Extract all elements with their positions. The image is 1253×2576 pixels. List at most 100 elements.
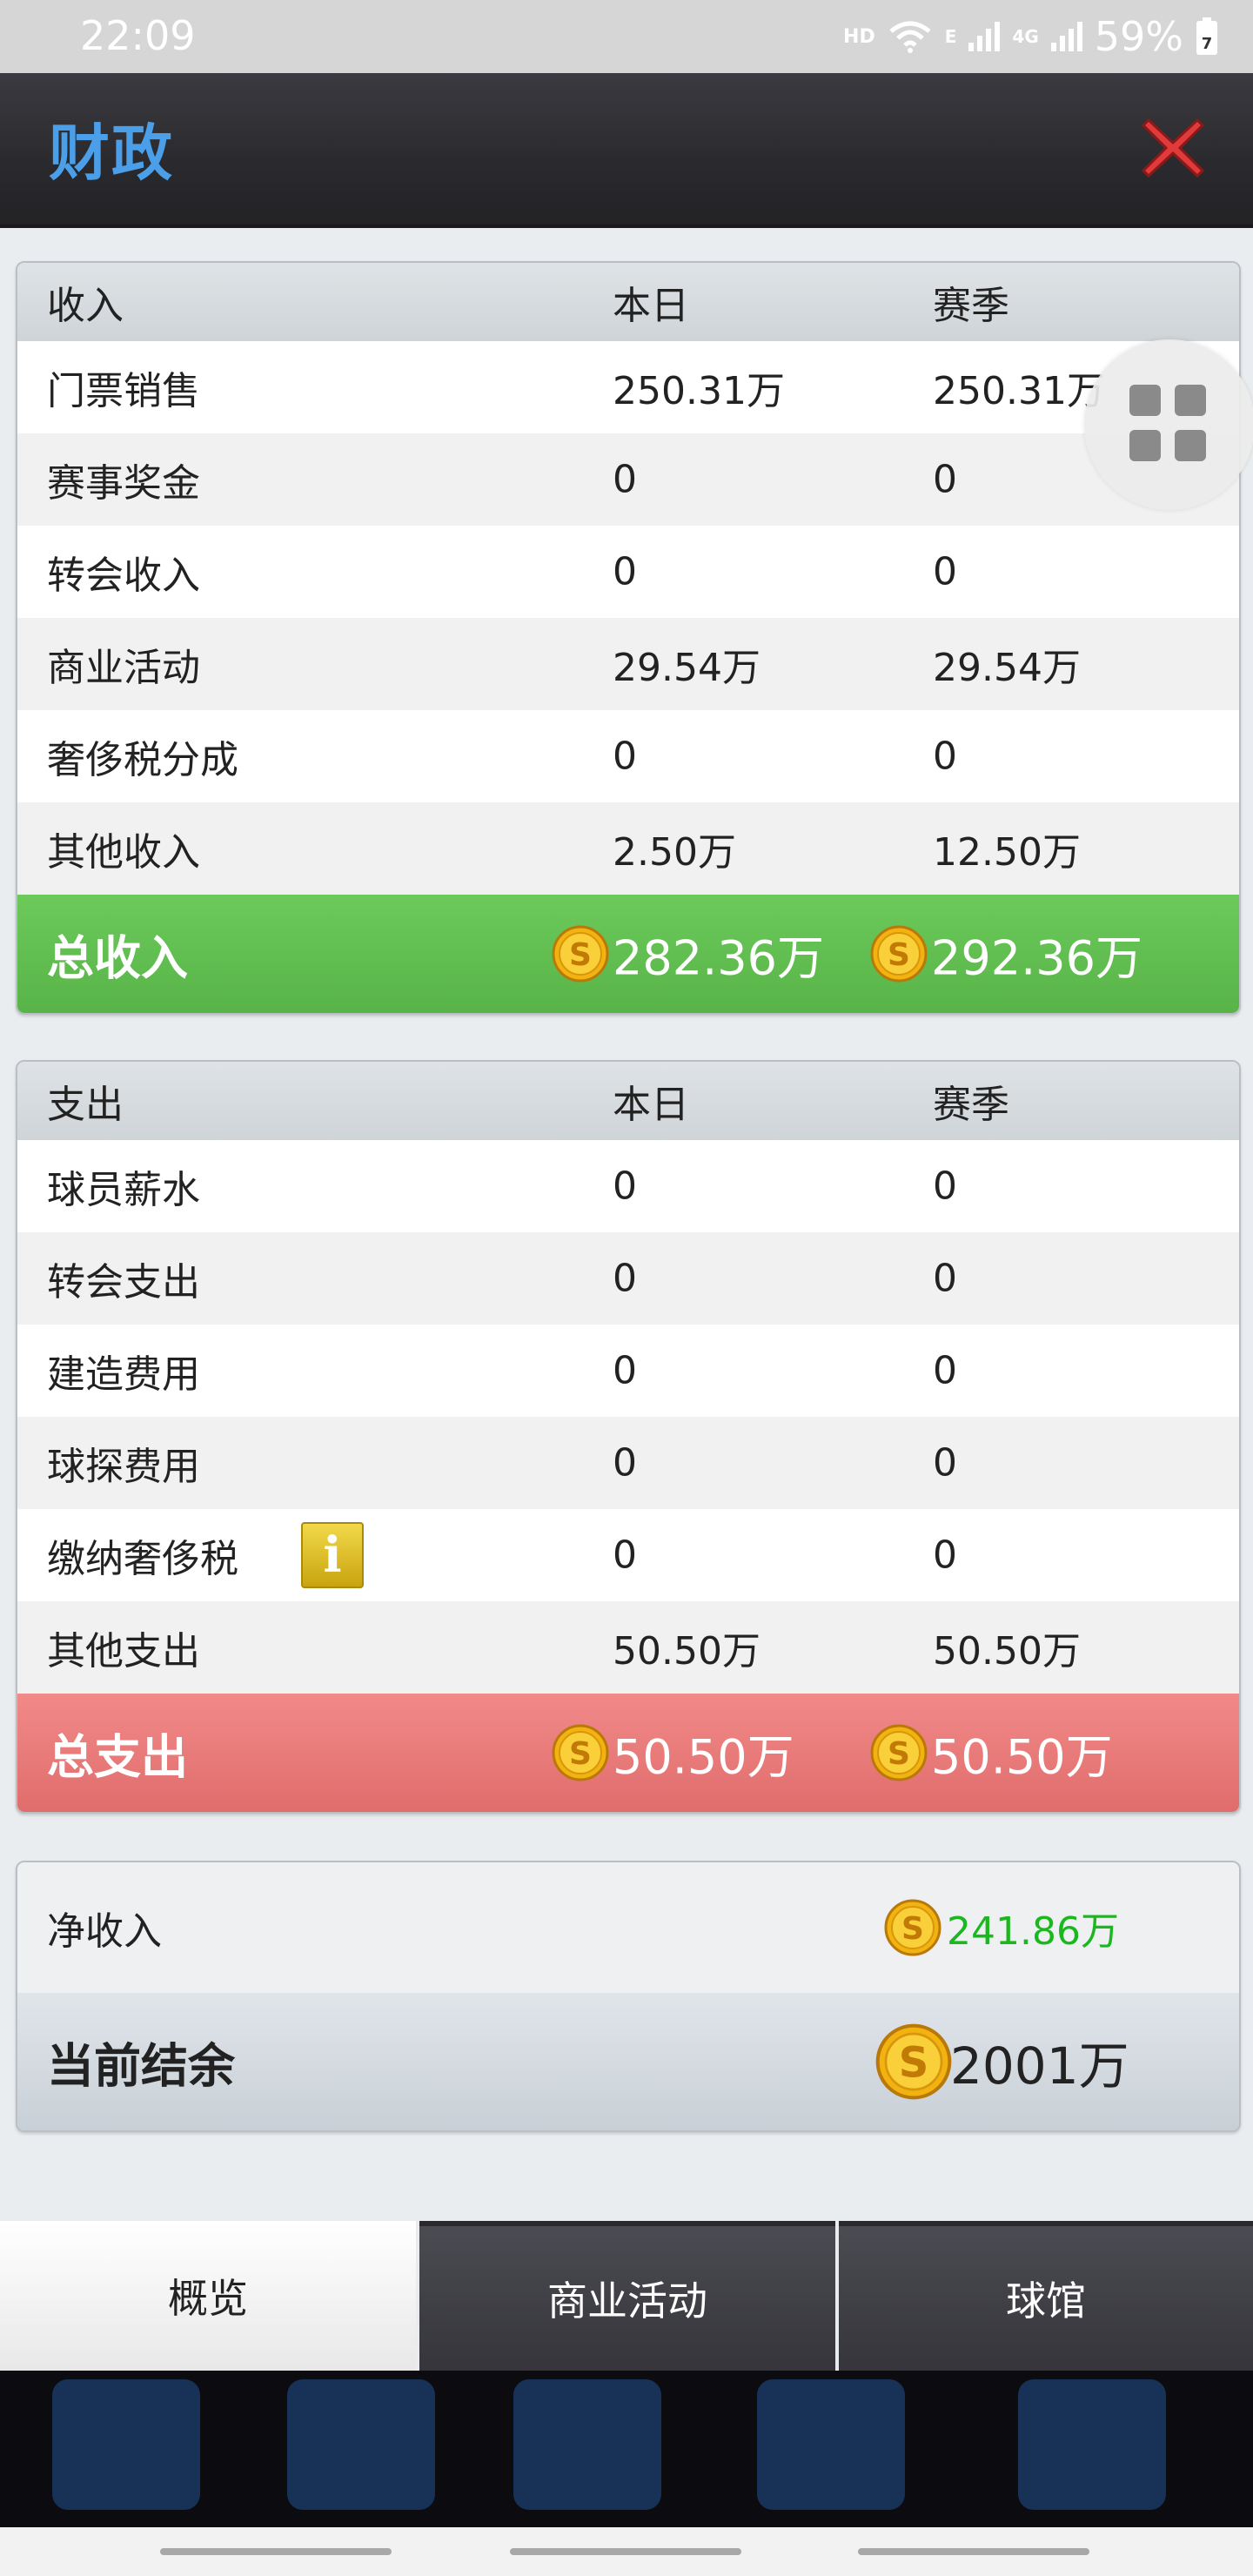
- table-row: 转会收入 0 0: [17, 526, 1239, 618]
- row-label: 转会支出: [47, 1260, 200, 1305]
- row-label: 商业活动: [47, 646, 200, 690]
- battery-icon: 7: [1196, 17, 1217, 55]
- row-season-value: 0: [933, 734, 957, 779]
- hd-badge: HD: [843, 25, 875, 48]
- wifi-icon: [889, 21, 931, 53]
- coin-icon: S: [552, 1724, 609, 1781]
- row-label: 其他支出: [47, 1629, 200, 1674]
- expense-header-day: 本日: [613, 1083, 689, 1127]
- battery-percent: 59%: [1094, 13, 1183, 60]
- tab-overview[interactable]: 概览: [0, 2221, 416, 2371]
- row-label: 奢侈税分成: [47, 738, 238, 782]
- svg-text:S: S: [569, 937, 592, 973]
- income-panel: 收入 本日 赛季 门票销售 250.31万 250.31万 赛事奖金 0 0 转…: [16, 261, 1241, 1015]
- row-label: 建造费用: [47, 1352, 200, 1397]
- signal-1-icon: [968, 22, 1001, 51]
- row-label: 球员薪水: [47, 1168, 200, 1212]
- summary-panel: 净收入 S 241.86万 当前结余 S 2001万: [16, 1861, 1241, 2132]
- background-nav-strip: [0, 2371, 1253, 2527]
- bottom-tabs: 概览 商业活动 球馆: [0, 2221, 1253, 2371]
- svg-text:S: S: [888, 937, 910, 973]
- nav-icon: [287, 2379, 435, 2510]
- battery-badge: 7: [1202, 35, 1213, 53]
- row-season-value: 0: [933, 457, 957, 502]
- row-season-value: 0: [933, 549, 957, 594]
- row-season-value: 0: [933, 1164, 957, 1209]
- table-row: 球探费用 0 0: [17, 1417, 1239, 1509]
- net-income-value: 241.86万: [947, 1909, 1119, 1954]
- row-season-value: 50.50万: [933, 1629, 1081, 1674]
- total-income-season: 292.36万: [931, 930, 1142, 986]
- row-label: 其他收入: [47, 830, 200, 875]
- row-label: 缴纳奢侈税: [47, 1537, 238, 1581]
- row-season-value: 29.54万: [933, 646, 1081, 690]
- status-icons: HD E 4G 59% 7: [843, 12, 1218, 61]
- nav-handle[interactable]: [858, 2548, 1089, 2555]
- table-row: 其他收入 2.50万 12.50万: [17, 802, 1239, 895]
- balance-label: 当前结余: [47, 2038, 235, 2094]
- table-row: 缴纳奢侈税 i 0 0: [17, 1509, 1239, 1601]
- coin-icon: S: [884, 1899, 941, 1956]
- nav-handle[interactable]: [510, 2548, 741, 2555]
- table-row: 商业活动 29.54万 29.54万: [17, 618, 1239, 710]
- table-row: 建造费用 0 0: [17, 1325, 1239, 1417]
- net-income-label: 净收入: [47, 1909, 162, 1954]
- net-income-row: 净收入 S 241.86万: [17, 1862, 1239, 1993]
- row-day-value: 250.31万: [613, 369, 785, 413]
- nav-handle[interactable]: [160, 2548, 392, 2555]
- network-4g-label: 4G: [1012, 26, 1039, 47]
- row-season-value: 0: [933, 1440, 957, 1486]
- floating-menu-button[interactable]: [1084, 339, 1253, 510]
- tab-arena[interactable]: 球馆: [839, 2221, 1253, 2371]
- page-title: 财政: [49, 117, 174, 189]
- info-icon[interactable]: i: [301, 1522, 364, 1588]
- income-header-day: 本日: [613, 284, 689, 328]
- total-expense-day: 50.50万: [613, 1729, 794, 1785]
- income-header-label: 收入: [47, 284, 124, 328]
- row-day-value: 29.54万: [613, 646, 761, 690]
- nav-icon: [52, 2379, 200, 2510]
- total-income-row: 总收入 S 282.36万 S 292.36万: [17, 895, 1239, 1013]
- row-day-value: 0: [613, 457, 637, 502]
- coin-icon: S: [875, 2023, 952, 2100]
- total-income-day: 282.36万: [613, 930, 824, 986]
- row-day-value: 0: [613, 1256, 637, 1301]
- balance-row: 当前结余 S 2001万: [17, 1993, 1239, 2130]
- balance-value: 2001万: [950, 2036, 1129, 2096]
- system-nav-bar: [0, 2527, 1253, 2576]
- row-season-value: 250.31万: [933, 369, 1105, 413]
- nav-icon: [513, 2379, 661, 2510]
- row-day-value: 0: [613, 734, 637, 779]
- svg-text:S: S: [569, 1736, 592, 1772]
- row-day-value: 0: [613, 1348, 637, 1393]
- total-expense-season: 50.50万: [931, 1729, 1113, 1785]
- row-label: 赛事奖金: [47, 461, 200, 506]
- expense-header-row: 支出 本日 赛季: [17, 1062, 1239, 1140]
- row-day-value: 50.50万: [613, 1629, 761, 1674]
- income-header-season: 赛季: [933, 284, 1009, 328]
- grid-icon: [1129, 385, 1161, 416]
- status-bar: 22:09 HD E 4G 59% 7: [0, 0, 1253, 73]
- network-e-label: E: [944, 26, 957, 47]
- row-day-value: 0: [613, 1533, 637, 1578]
- total-income-label: 总收入: [47, 930, 188, 986]
- total-expense-row: 总支出 S 50.50万 S 50.50万: [17, 1694, 1239, 1812]
- nav-icon: [1018, 2379, 1166, 2510]
- app-header: 财政: [0, 73, 1253, 228]
- close-icon[interactable]: [1136, 111, 1209, 184]
- tab-commercial[interactable]: 商业活动: [419, 2221, 835, 2371]
- row-season-value: 0: [933, 1348, 957, 1393]
- table-row: 奢侈税分成 0 0: [17, 710, 1239, 802]
- signal-2-icon: [1050, 22, 1082, 51]
- row-day-value: 0: [613, 1440, 637, 1486]
- total-expense-label: 总支出: [47, 1729, 188, 1785]
- finance-content: 收入 本日 赛季 门票销售 250.31万 250.31万 赛事奖金 0 0 转…: [0, 228, 1253, 2221]
- status-time: 22:09: [80, 12, 196, 59]
- expense-header-season: 赛季: [933, 1083, 1009, 1127]
- row-season-value: 0: [933, 1533, 957, 1578]
- svg-text:S: S: [901, 1911, 924, 1947]
- row-day-value: 0: [613, 549, 637, 594]
- svg-text:S: S: [888, 1736, 910, 1772]
- row-season-value: 12.50万: [933, 830, 1081, 875]
- expense-panel: 支出 本日 赛季 球员薪水 0 0 转会支出 0 0 建造费用 0 0 球探费用…: [16, 1060, 1241, 1814]
